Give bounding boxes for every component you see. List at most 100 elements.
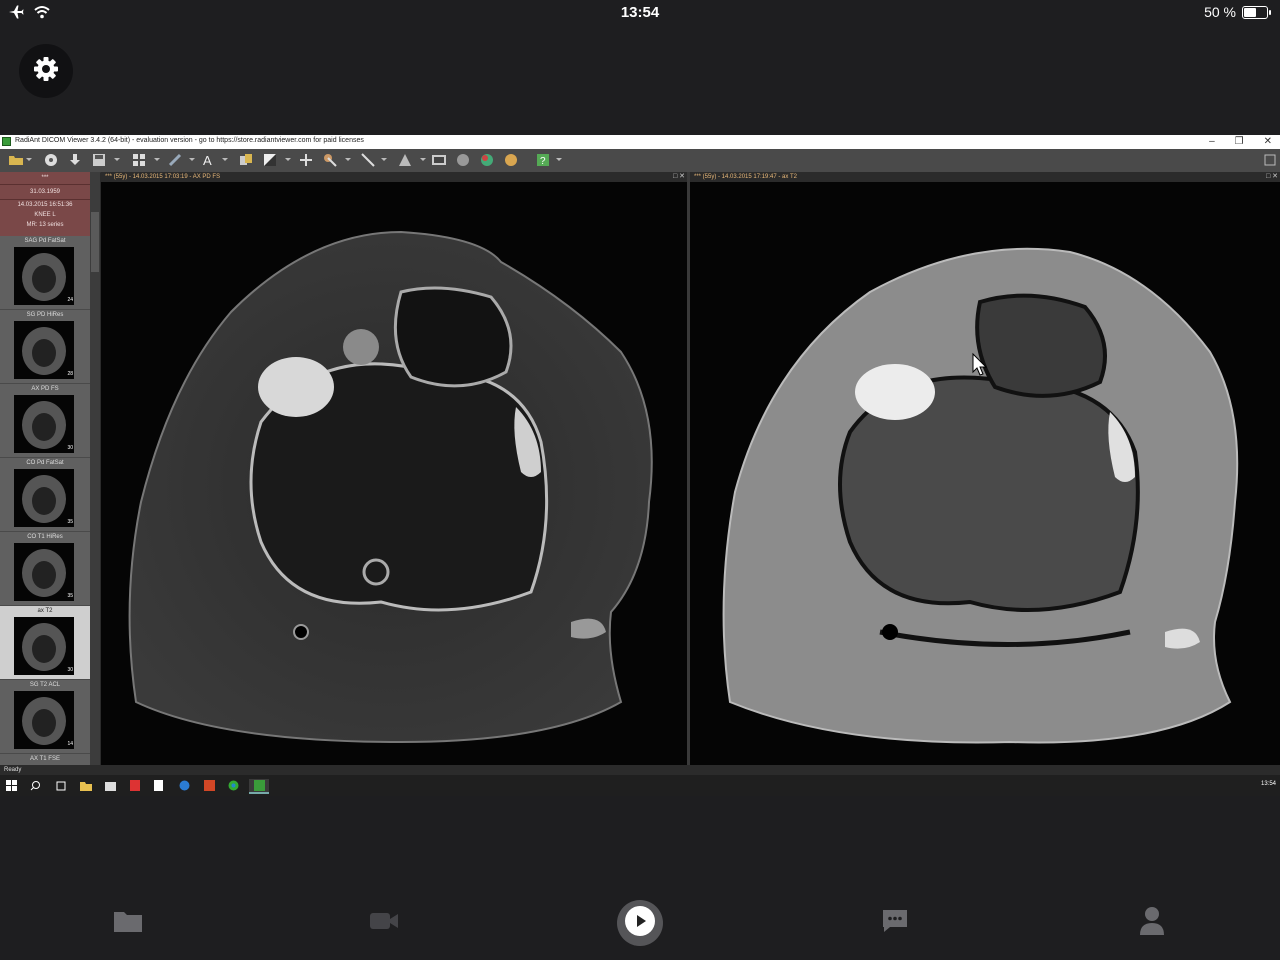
search-icon[interactable] xyxy=(29,779,42,792)
sync-icon[interactable] xyxy=(503,152,519,168)
app-toolbar: A ? xyxy=(0,149,1280,173)
series-image-count: 14 xyxy=(67,741,73,747)
chrome-icon[interactable] xyxy=(227,779,240,792)
play-icon xyxy=(624,905,656,942)
series-thumbnail[interactable]: AX PD FS 30 xyxy=(0,384,90,458)
series-label: AX PD FS xyxy=(31,386,59,392)
close-button[interactable]: ✕ xyxy=(1264,135,1272,149)
film-icon[interactable] xyxy=(431,152,447,168)
video-icon xyxy=(369,910,399,937)
series-preview-image xyxy=(14,691,74,749)
series-preview-image xyxy=(14,395,74,453)
powerpoint-icon[interactable] xyxy=(203,779,216,792)
settings-button[interactable] xyxy=(19,44,73,98)
series-thumbnail[interactable]: CO T1 HiRes 35 xyxy=(0,532,90,606)
tab-video[interactable] xyxy=(369,908,399,938)
series-label: CO Pd FatSat xyxy=(26,460,64,466)
volume-render-icon[interactable] xyxy=(479,152,495,168)
series-label: SG PD HiRes xyxy=(26,312,64,318)
battery-percent: 50 % xyxy=(1204,4,1236,20)
pan-icon[interactable] xyxy=(298,152,314,168)
measure-icon[interactable] xyxy=(360,152,376,168)
series-count: MR: 13 series xyxy=(26,222,64,228)
remote-desktop-view[interactable]: RadiAnt DICOM Viewer 3.4.2 (64-bit) - ev… xyxy=(0,135,1280,796)
gear-icon xyxy=(32,55,60,88)
series-preview-image xyxy=(14,247,74,305)
help-icon[interactable]: ? xyxy=(535,152,551,168)
pdf-icon[interactable] xyxy=(128,779,141,792)
patient-birthdate: 31.03.1959 xyxy=(0,185,90,200)
store-icon[interactable] xyxy=(104,779,117,792)
mri-axial-pd-fs-image xyxy=(101,182,687,765)
series-image-count: 30 xyxy=(67,667,73,673)
series-image-count: 30 xyxy=(67,445,73,451)
download-icon[interactable] xyxy=(67,152,83,168)
radiant-app-icon xyxy=(2,137,11,146)
windows-start-icon[interactable] xyxy=(5,779,18,792)
status-right: 50 % xyxy=(1204,4,1271,20)
tab-play[interactable] xyxy=(617,900,663,946)
sidebar-scrollbar[interactable] xyxy=(90,172,100,765)
tab-files[interactable] xyxy=(113,908,143,938)
document-icon[interactable] xyxy=(152,779,165,792)
ipad-status-bar: 13:54 50 % xyxy=(0,0,1280,26)
layout-grid-icon[interactable] xyxy=(131,152,147,168)
minimize-button[interactable]: – xyxy=(1209,135,1215,149)
copy-icon[interactable] xyxy=(238,152,254,168)
battery-icon xyxy=(1242,5,1271,19)
tab-profile[interactable] xyxy=(1137,906,1167,941)
series-label: SG T2 ACL xyxy=(29,682,61,688)
patient-name: *** xyxy=(0,172,90,185)
series-label: ax T2 xyxy=(37,608,53,614)
open-folder-icon[interactable] xyxy=(8,152,24,168)
series-label: CO T1 HiRes xyxy=(27,534,63,540)
viewport-left-title: *** (55y) - 14.03.2015 17:03:19 - AX PD … xyxy=(105,174,221,180)
save-icon[interactable] xyxy=(91,152,107,168)
series-preview-image xyxy=(14,617,74,675)
taskbar-clock: 13:54 xyxy=(1260,781,1276,787)
mri-axial-t2-image xyxy=(690,182,1280,765)
svg-text:?: ? xyxy=(540,156,546,167)
app-title: RadiAnt DICOM Viewer 3.4.2 (64-bit) - ev… xyxy=(15,137,364,144)
maximize-button[interactable]: ❐ xyxy=(1235,135,1244,149)
series-image-count: 28 xyxy=(67,371,73,377)
chat-icon xyxy=(881,908,909,939)
patient-info[interactable]: *** 31.03.1959 14.03.2015 16:51:36 KNEE … xyxy=(0,172,90,236)
file-explorer-icon[interactable] xyxy=(79,779,92,792)
tools-icon[interactable] xyxy=(322,152,338,168)
series-label: AX T1 FSE xyxy=(30,756,60,762)
viewport-left-header: *** (55y) - 14.03.2015 17:03:19 - AX PD … xyxy=(101,172,687,182)
3d-icon[interactable] xyxy=(455,152,471,168)
viewport-left[interactable]: *** (55y) - 14.03.2015 17:03:19 - AX PD … xyxy=(101,172,687,765)
link-icon[interactable] xyxy=(167,152,183,168)
series-thumbnail[interactable]: SAG Pd FatSat 24 xyxy=(0,236,90,310)
window-level-icon[interactable] xyxy=(262,152,278,168)
series-thumbnail[interactable]: AX T1 FSE xyxy=(0,754,90,765)
app-titlebar: RadiAnt DICOM Viewer 3.4.2 (64-bit) - ev… xyxy=(0,135,1280,149)
fullscreen-icon[interactable] xyxy=(1262,152,1278,168)
task-view-icon[interactable] xyxy=(54,779,67,792)
folder-icon xyxy=(113,909,143,938)
tab-chat[interactable] xyxy=(880,908,910,938)
status-time: 13:54 xyxy=(620,4,660,21)
series-thumbnail[interactable]: SG PD HiRes 28 xyxy=(0,310,90,384)
person-icon xyxy=(1139,906,1165,941)
study-date: 14.03.2015 16:51:36 xyxy=(17,202,73,208)
svg-text:A: A xyxy=(203,153,212,167)
mpr-icon[interactable] xyxy=(397,152,413,168)
series-thumbnail[interactable]: SG T2 ACL 14 xyxy=(0,680,90,754)
bottom-tab-bar xyxy=(0,890,1280,960)
viewport-left-controls[interactable]: □ ✕ xyxy=(673,172,685,182)
cd-icon[interactable] xyxy=(43,152,59,168)
windows-taskbar: 13:54 xyxy=(0,775,1280,796)
radiant-taskbar-icon[interactable] xyxy=(249,779,269,794)
series-image-count: 35 xyxy=(67,593,73,599)
viewport-right-controls[interactable]: □ ✕ xyxy=(1266,172,1278,182)
status-text: Ready xyxy=(4,767,22,773)
edge-icon[interactable] xyxy=(178,779,191,792)
viewport-right[interactable]: *** (55y) - 14.03.2015 17:19:47 - ax T2 … xyxy=(690,172,1280,765)
viewport-right-title: *** (55y) - 14.03.2015 17:19:47 - ax T2 xyxy=(694,174,797,180)
series-thumbnail[interactable]: CO Pd FatSat 35 xyxy=(0,458,90,532)
series-thumbnail[interactable]: ax T2 30 xyxy=(0,606,90,680)
text-annotation-icon[interactable]: A xyxy=(200,152,216,168)
